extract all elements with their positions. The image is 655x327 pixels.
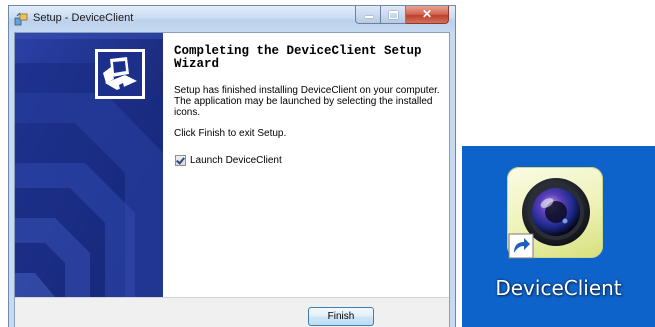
- wizard-heading: Completing the DeviceClient Setup Wizard: [174, 44, 422, 71]
- maximize-button[interactable]: [381, 6, 406, 24]
- finished-text: Setup has finished installing DeviceClie…: [174, 85, 440, 118]
- launch-checkbox[interactable]: [175, 154, 186, 166]
- shortcut-arrow-icon: [508, 233, 534, 259]
- setup-window: Setup - DeviceClient ✕ Completing the De…: [8, 5, 456, 327]
- exit-instruction-text: Click Finish to exit Setup.: [174, 128, 287, 139]
- screenshot-stage: Setup - DeviceClient ✕ Completing the De…: [0, 0, 655, 327]
- title-bar[interactable]: Setup - DeviceClient ✕: [9, 6, 455, 32]
- wizard-content: Completing the DeviceClient Setup Wizard…: [163, 33, 449, 297]
- launch-option[interactable]: Launch DeviceClient: [175, 153, 282, 167]
- close-button[interactable]: ✕: [406, 6, 449, 24]
- maximize-icon: [389, 11, 398, 19]
- wizard-client-area: Completing the DeviceClient Setup Wizard…: [14, 32, 450, 327]
- minimize-icon: [365, 16, 373, 18]
- launch-checkbox-label[interactable]: Launch DeviceClient: [190, 155, 282, 166]
- wizard-side-image: [15, 33, 163, 297]
- wizard-button-bar: Finish: [15, 297, 449, 327]
- shortcut-label[interactable]: DeviceClient: [462, 276, 655, 300]
- minimize-button[interactable]: [355, 6, 381, 24]
- window-controls: ✕: [355, 6, 449, 24]
- wizard-side-artwork: [15, 33, 163, 297]
- setup-installer-icon: [14, 12, 28, 26]
- desktop-background: DeviceClient: [462, 146, 655, 327]
- computer-installer-icon: [95, 49, 145, 99]
- window-title: Setup - DeviceClient: [33, 12, 134, 24]
- finish-button[interactable]: Finish: [308, 307, 374, 326]
- close-icon: ✕: [421, 7, 433, 21]
